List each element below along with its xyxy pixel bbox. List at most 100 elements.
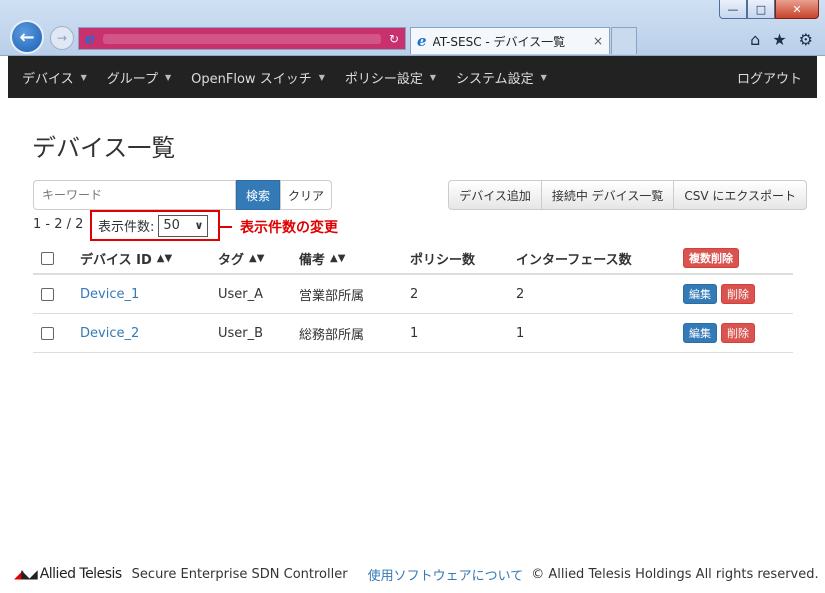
connected-devices-button[interactable]: 接続中 デバイス一覧	[540, 180, 675, 210]
tag-cell: User_A	[218, 286, 264, 302]
action-button-group: デバイス追加 接続中 デバイス一覧 CSV にエクスポート	[448, 180, 807, 210]
gear-icon[interactable]: ⚙	[799, 30, 813, 49]
tab-title: AT-SESC - デバイス一覧	[432, 34, 566, 49]
nav-item-label: OpenFlow スイッチ	[191, 71, 312, 87]
clear-button[interactable]: クリア	[280, 180, 332, 210]
app-navbar: デバイス ▼ グループ ▼ OpenFlow スイッチ ▼ ポリシー設定 ▼ システム設…	[8, 56, 817, 98]
bulk-delete-button[interactable]: 複数削除	[683, 248, 739, 268]
interface-count-cell: 1	[516, 325, 525, 341]
select-all-cell	[41, 243, 54, 273]
product-name: Secure Enterprise SDN Controller	[131, 566, 348, 582]
close-tab-icon[interactable]: ×	[593, 34, 603, 48]
interface-count-cell: 2	[516, 286, 525, 302]
annotation-text: 表示件数の変更	[240, 220, 338, 236]
allied-telesis-logo: ◢◣◢ Allied Telesis	[14, 566, 122, 582]
ie-icon: e	[85, 29, 96, 48]
caret-down-icon: ▼	[540, 72, 547, 82]
window-controls: — □ ✕	[719, 0, 819, 19]
device-id-link[interactable]: Device_2	[80, 314, 139, 352]
per-page-value: 50	[163, 218, 180, 233]
row-checkbox[interactable]	[41, 326, 54, 340]
copyright: © Allied Telesis Holdings All rights res…	[531, 566, 819, 582]
logo-mark-icon: ◢◣◢	[14, 567, 38, 581]
sort-icon: ▲▼	[249, 252, 265, 264]
add-device-button[interactable]: デバイス追加	[448, 180, 542, 210]
chevron-down-icon: ∨	[194, 219, 204, 232]
arrow-left-icon: ←	[19, 26, 35, 48]
per-page-label: 表示件数:	[98, 220, 155, 235]
page-footer: ◢◣◢ Allied Telesis Secure Enterprise SDN…	[8, 560, 819, 588]
browser-tools: ⌂ ★ ⚙	[750, 30, 813, 49]
minimize-button[interactable]: —	[719, 0, 747, 19]
csv-export-button[interactable]: CSV にエクスポート	[673, 180, 807, 210]
header-label: デバイス ID	[80, 252, 152, 268]
nav-item-label: デバイス	[22, 71, 74, 87]
caret-down-icon: ▼	[318, 72, 325, 82]
sort-icon: ▲▼	[330, 252, 346, 264]
nav-item-label: グループ	[106, 71, 159, 87]
home-icon[interactable]: ⌂	[750, 30, 760, 49]
row-select-cell	[41, 314, 54, 352]
select-all-checkbox[interactable]	[41, 251, 54, 265]
software-info-link[interactable]: 使用ソフトウェアについて	[368, 565, 524, 584]
ie-icon: e	[417, 32, 427, 50]
row-actions: 編集 削除	[683, 314, 755, 352]
edit-button[interactable]: 編集	[683, 284, 717, 304]
header-tag[interactable]: タグ ▲▼	[218, 243, 264, 273]
policy-count-cell: 1	[410, 325, 419, 341]
delete-button[interactable]: 削除	[721, 323, 755, 343]
tag-cell: User_B	[218, 325, 264, 341]
header-label: 備考	[299, 252, 326, 268]
per-page-control: 表示件数: 50 ∨	[90, 210, 220, 241]
device-id-link[interactable]: Device_1	[80, 275, 139, 313]
nav-item-policy-settings[interactable]: ポリシー設定 ▼	[345, 68, 436, 87]
nav-item-openflow-switch[interactable]: OpenFlow スイッチ ▼	[191, 68, 325, 87]
close-window-button[interactable]: ✕	[775, 0, 819, 19]
nav-item-devices[interactable]: デバイス ▼	[22, 68, 87, 87]
nav-item-system-settings[interactable]: システム設定 ▼	[456, 68, 547, 87]
row-checkbox[interactable]	[41, 287, 54, 301]
note-cell: 総務部所属	[299, 327, 365, 343]
browser-chrome: — □ ✕ ← → e ↻ e AT-SESC - デバイス一覧 × ⌂ ★ ⚙	[0, 0, 825, 56]
search-button[interactable]: 検索	[236, 180, 280, 210]
maximize-button[interactable]: □	[747, 0, 775, 19]
row-actions: 編集 削除	[683, 275, 755, 313]
refresh-icon[interactable]: ↻	[389, 32, 399, 46]
header-label: タグ	[218, 252, 245, 268]
header-actions: 複数削除	[683, 243, 739, 273]
per-page-select[interactable]: 50 ∨	[158, 214, 209, 237]
main-content: デバイス一覧 検索 クリア デバイス追加 接続中 デバイス一覧 CSV にエクス…	[8, 98, 817, 585]
browser-tab[interactable]: e AT-SESC - デバイス一覧 ×	[410, 27, 610, 54]
edit-button[interactable]: 編集	[683, 323, 717, 343]
forward-button[interactable]: →	[50, 26, 74, 50]
row-select-cell	[41, 275, 54, 313]
arrow-right-icon: →	[56, 31, 68, 45]
nav-item-label: システム設定	[456, 71, 534, 87]
star-icon[interactable]: ★	[772, 30, 786, 49]
note-cell: 営業部所属	[299, 288, 365, 304]
header-interface-count: インターフェース数	[516, 252, 632, 268]
header-device-id[interactable]: デバイス ID ▲▼	[80, 243, 172, 273]
sort-icon: ▲▼	[156, 252, 173, 264]
table-row: Device_2 User_B 総務部所属 1 1 編集 削除	[33, 314, 793, 353]
nav-item-label: ポリシー設定	[344, 71, 423, 87]
logout-link[interactable]: ログアウト	[737, 68, 802, 87]
device-table: デバイス ID ▲▼ タグ ▲▼ 備考 ▲▼ ポリシー数 インターフェース数 複数削除…	[33, 243, 793, 353]
header-note[interactable]: 備考 ▲▼	[299, 243, 345, 273]
policy-count-cell: 2	[410, 286, 419, 302]
search-input[interactable]	[33, 180, 236, 210]
back-button[interactable]: ←	[10, 20, 44, 54]
nav-item-groups[interactable]: グループ ▼	[107, 68, 171, 87]
delete-button[interactable]: 削除	[721, 284, 755, 304]
new-tab-button[interactable]	[611, 27, 637, 54]
logo-brand-name: Allied Telesis	[39, 566, 122, 582]
page-title: デバイス一覧	[32, 134, 176, 162]
record-count: 1 - 2 / 2	[33, 217, 84, 232]
table-header-row: デバイス ID ▲▼ タグ ▲▼ 備考 ▲▼ ポリシー数 インターフェース数 複数削除	[33, 243, 793, 275]
header-policy-count: ポリシー数	[410, 252, 476, 268]
caret-down-icon: ▼	[165, 72, 172, 82]
address-bar[interactable]: e ↻	[78, 27, 406, 50]
caret-down-icon: ▼	[80, 72, 87, 82]
caret-down-icon: ▼	[429, 72, 437, 82]
table-row: Device_1 User_A 営業部所属 2 2 編集 削除	[33, 275, 793, 314]
